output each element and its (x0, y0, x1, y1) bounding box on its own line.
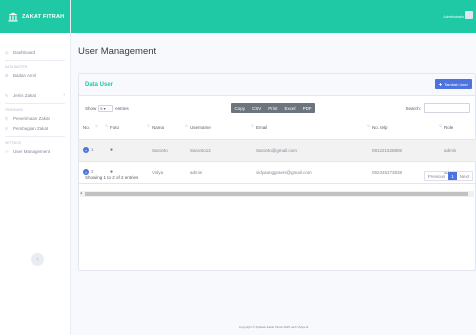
avatar[interactable] (465, 11, 473, 19)
sort-icon: ⇅ (251, 124, 254, 128)
sidebar-item-dashboard[interactable]: ◎ Dashboard (0, 47, 70, 57)
expand-row-icon[interactable]: + (83, 147, 89, 153)
sidebar-divider (5, 60, 65, 61)
sidebar-item-jenis-zakat[interactable]: ✎ Jenis Zakat › (0, 90, 70, 100)
sidebar-item-label: Jenis Zakat (13, 92, 37, 98)
scrollbar-thumb[interactable] (85, 192, 468, 196)
sidebar-item-user-management[interactable]: ⚇ User Management (0, 146, 70, 156)
user-plus-icon: ✚ (438, 81, 443, 87)
entries-label: entries (115, 105, 129, 111)
cell-role: admin (440, 139, 476, 162)
sidebar-item-label: Dashboard (13, 49, 36, 55)
scroll-left-icon[interactable]: ◂ (80, 191, 82, 195)
user-icon: ⚲ (5, 115, 8, 121)
copy-button[interactable]: Copy (231, 103, 249, 113)
cell-no: +1 (79, 139, 106, 162)
sort-icon: ⇅ (105, 124, 108, 128)
brand[interactable]: ZAKAT FITRAH (0, 0, 70, 33)
page-title: User Management (78, 46, 157, 57)
sidebar-toggle-button[interactable]: ‹ (31, 253, 44, 266)
page-1-button[interactable]: 1 (448, 172, 457, 180)
sort-icon: ⇅ (95, 124, 98, 128)
cell-username: admin (186, 161, 252, 184)
user-table: No. ⇅ ⇅ Foto ⇅ Nama ⇅ Username ⇅ Email ⇅ No. t… (79, 117, 476, 184)
column-header-nama[interactable]: ⇅ Nama (147, 117, 186, 140)
sidebar-divider (5, 136, 65, 137)
search-label: Search: (405, 105, 421, 111)
cell-telp: 081221528806 (368, 139, 440, 162)
column-header-no[interactable]: No. ⇅ (79, 117, 106, 140)
sidebar: ZAKAT FITRAH ◎ Dashboard DATA MASTER ⚙ B… (0, 0, 71, 335)
cell-email: vidyaanggraeni@gmail.com (252, 161, 368, 184)
entries-select[interactable]: 5 ▾ (98, 104, 114, 112)
column-header-no-telp[interactable]: ⇅ No. telp (367, 117, 440, 140)
topbar: Administrator (71, 0, 476, 33)
sidebar-item-label: Pembagian Zakat (13, 125, 49, 131)
bullhorn-icon: ✎ (5, 92, 9, 98)
sidebar-item-pembagian-zakat[interactable]: ⚲ Pembagian Zakat (0, 123, 70, 133)
cell-nama: Saronto (148, 139, 186, 162)
column-header-username[interactable]: ⇅ Username (185, 117, 252, 140)
cell-email: Saronto@gmail.com (252, 139, 368, 162)
column-header-role[interactable]: ⇅ Role (439, 117, 476, 140)
search-input[interactable] (424, 103, 470, 113)
table-row: +1 ● Saronto Saronto12 Saronto@gmail.com… (79, 139, 476, 162)
username-label[interactable]: Administrator (443, 15, 464, 19)
export-button-group: Copy CSV Print Excel PDF (231, 103, 316, 113)
sort-icon: ⇅ (185, 124, 188, 128)
sidebar-item-label: Badan Amil (13, 72, 36, 78)
sidebar-item-penerimaan-zakat[interactable]: ⚲ Penerimaan Zakat (0, 113, 70, 123)
sort-icon: ⇅ (439, 124, 442, 128)
user-icon: ⚲ (5, 125, 8, 131)
sort-icon: ⇅ (147, 124, 150, 128)
footer-copyright: Copyright © Aplikasi Zakat Fitrah 2020 o… (238, 325, 309, 329)
user-photo-icon: ● (110, 147, 114, 153)
cell-foto: ● (106, 139, 148, 162)
table-controls: Show 5 ▾ entries Copy CSV Print Excel PD… (85, 102, 470, 114)
csv-button[interactable]: CSV (249, 103, 265, 113)
users-icon: ⚇ (5, 148, 9, 154)
brand-name: ZAKAT FITRAH (22, 13, 65, 20)
sidebar-divider (5, 103, 65, 104)
gear-icon: ⚙ (5, 72, 9, 78)
sidebar-item-label: User Management (13, 148, 51, 154)
cell-username: Saronto12 (186, 139, 252, 162)
add-user-button[interactable]: ✚ Tambah User (434, 79, 472, 89)
table-row: +2 ● Vidya admin vidyaanggraeni@gmail.co… (79, 161, 476, 184)
pdf-button[interactable]: PDF (299, 103, 315, 113)
sidebar-item-badan-amil[interactable]: ⚙ Badan Amil (0, 70, 70, 80)
column-header-foto[interactable]: ⇅ Foto (105, 117, 148, 140)
print-button[interactable]: Print (265, 103, 281, 113)
column-header-email[interactable]: ⇅ Email (251, 117, 368, 140)
sort-icon: ⇅ (367, 124, 370, 128)
previous-page-button[interactable]: Previous (425, 172, 449, 180)
card-header: Data User ✚ Tambah User (79, 74, 475, 96)
show-label: Show (85, 105, 97, 111)
landmark-icon (8, 12, 18, 22)
next-page-button[interactable]: Next (457, 172, 472, 180)
pagination: Previous 1 Next (423, 171, 473, 181)
chevron-right-icon: › (63, 92, 65, 98)
table-info: Showing 1 to 2 of 2 entries (85, 175, 139, 180)
card-title: Data User (85, 81, 114, 88)
search-group: Search: (405, 103, 470, 113)
sidebar-item-label: Penerimaan Zakat (13, 115, 50, 121)
dashboard-icon: ◎ (5, 49, 9, 55)
entries-value: 5 (100, 105, 103, 111)
cell-nama: Vidya (148, 161, 186, 184)
horizontal-scrollbar[interactable]: ◂ (80, 191, 474, 197)
excel-button[interactable]: Excel (281, 103, 299, 113)
add-user-label: Tambah User (444, 81, 468, 87)
data-user-card: Data User ✚ Tambah User Show 5 ▾ entries… (78, 73, 476, 271)
